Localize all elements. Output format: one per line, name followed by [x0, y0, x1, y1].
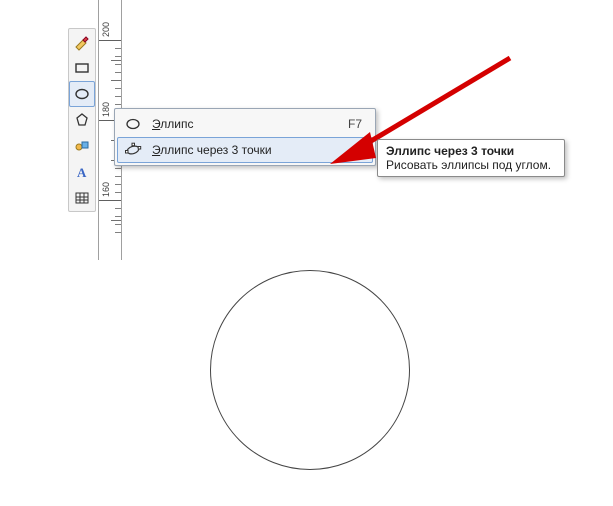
ruler-label: 160 [101, 182, 111, 197]
tooltip-body: Рисовать эллипсы под углом. [386, 158, 556, 172]
tooltip: Эллипс через 3 точки Рисовать эллипсы по… [377, 139, 565, 177]
tooltip-title: Эллипс через 3 точки [386, 144, 556, 158]
table-tool[interactable] [69, 185, 95, 211]
ellipse-tool-flyout: Эллипс F7 Эллипс через 3 точки [114, 108, 376, 166]
menu-item-ellipse[interactable]: Эллипс F7 [117, 111, 373, 137]
ellipse-icon [122, 113, 144, 135]
ellipse-tool[interactable] [69, 81, 95, 107]
ruler-label: 200 [101, 22, 111, 37]
freehand-tool[interactable] [69, 29, 95, 55]
toolbox: A [68, 28, 96, 212]
shapes-tool[interactable] [69, 133, 95, 159]
menu-item-shortcut: F7 [348, 117, 364, 131]
ruler-label: 180 [101, 102, 111, 117]
canvas-ellipse-shape [210, 270, 410, 470]
menu-item-label: Эллипс [152, 117, 193, 131]
menu-item-ellipse-3pt[interactable]: Эллипс через 3 точки [117, 137, 373, 163]
rectangle-tool[interactable] [69, 55, 95, 81]
svg-text:A: A [77, 165, 87, 180]
menu-item-label: Эллипс через 3 точки [152, 143, 272, 157]
polygon-tool[interactable] [69, 107, 95, 133]
text-tool[interactable]: A [69, 159, 95, 185]
ellipse-3pt-icon [122, 139, 144, 161]
